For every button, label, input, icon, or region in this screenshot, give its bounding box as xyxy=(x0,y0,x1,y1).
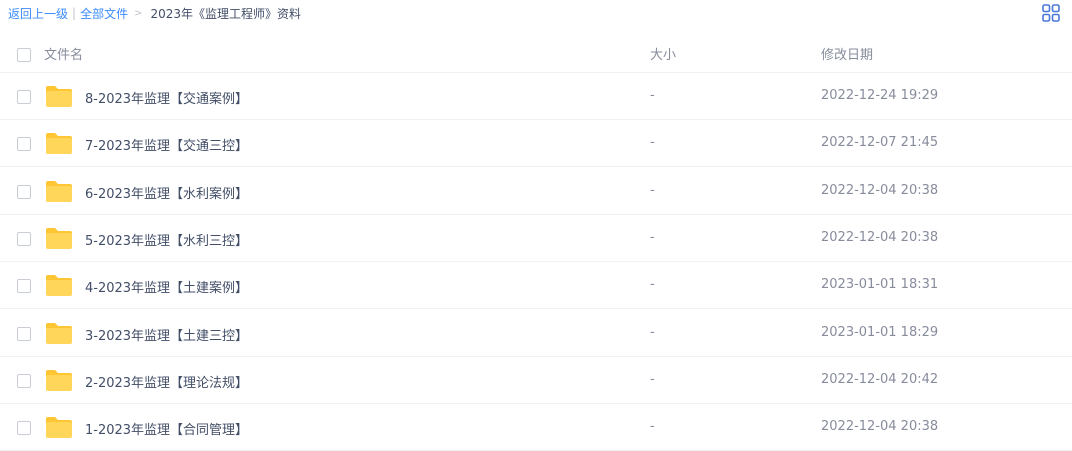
folder-icon[interactable] xyxy=(45,322,73,345)
folder-icon[interactable] xyxy=(45,132,73,155)
folder-icon[interactable] xyxy=(45,180,73,203)
table-header: 文件名 大小 修改日期 xyxy=(0,28,1072,73)
folder-icon[interactable] xyxy=(45,369,73,392)
row-checkbox[interactable] xyxy=(17,373,31,388)
file-row[interactable]: 2-2023年监理【理论法规】 - 2022-12-04 20:42 xyxy=(0,357,1072,404)
row-checkbox[interactable] xyxy=(17,279,31,294)
file-row[interactable]: 7-2023年监理【交通三控】 - 2022-12-07 21:45 xyxy=(0,120,1072,168)
file-size: - xyxy=(650,277,655,293)
file-size: - xyxy=(650,229,655,245)
file-size: - xyxy=(650,324,655,340)
file-modified-date: 2022-12-24 19:29 xyxy=(821,88,939,103)
row-checkbox[interactable] xyxy=(17,90,31,104)
file-modified-date: 2022-12-04 20:38 xyxy=(821,229,939,245)
file-name[interactable]: 4-2023年监理【土建案例】 xyxy=(85,277,248,296)
file-row[interactable]: 4-2023年监理【土建案例】 - 2023-01-01 18:31 xyxy=(0,262,1072,310)
file-size: - xyxy=(650,135,655,151)
file-name[interactable]: 3-2023年监理【土建三控】 xyxy=(85,325,248,344)
file-size: - xyxy=(650,419,655,435)
file-name[interactable]: 2-2023年监理【理论法规】 xyxy=(85,372,248,391)
file-modified-date: 2023-01-01 18:31 xyxy=(821,277,939,293)
select-all-checkbox[interactable] xyxy=(17,48,31,62)
breadcrumb-arrow: > xyxy=(134,7,143,19)
current-folder-title: 2023年《监理工程师》资料 xyxy=(150,6,302,21)
column-header-size[interactable]: 大小 xyxy=(650,44,676,63)
column-header-date[interactable]: 修改日期 xyxy=(821,44,873,63)
breadcrumb-separator: | xyxy=(72,6,77,20)
file-modified-date: 2022-12-07 21:45 xyxy=(821,135,939,151)
folder-icon[interactable] xyxy=(45,416,73,439)
file-name[interactable]: 5-2023年监理【水利三控】 xyxy=(85,230,248,249)
folder-icon[interactable] xyxy=(45,274,73,297)
file-modified-date: 2022-12-04 20:38 xyxy=(821,419,939,435)
file-size: - xyxy=(650,88,655,103)
file-name[interactable]: 8-2023年监理【交通案例】 xyxy=(85,88,248,107)
folder-icon[interactable] xyxy=(45,227,73,250)
file-row[interactable]: 6-2023年监理【水利案例】 - 2022-12-04 20:38 xyxy=(0,168,1072,215)
row-checkbox[interactable] xyxy=(17,231,31,246)
row-checkbox[interactable] xyxy=(17,137,31,152)
file-modified-date: 2022-12-04 20:42 xyxy=(821,371,939,387)
file-modified-date: 2023-01-01 18:29 xyxy=(821,324,939,340)
breadcrumb: 返回上一级 | 全部文件 > 2023年《监理工程师》资料 xyxy=(8,4,301,22)
all-files-link[interactable]: 全部文件 xyxy=(80,5,128,22)
back-to-parent-link[interactable]: 返回上一级 xyxy=(8,5,68,22)
file-size: - xyxy=(650,371,655,387)
row-checkbox[interactable] xyxy=(17,421,31,436)
file-size: - xyxy=(650,182,655,198)
file-name[interactable]: 7-2023年监理【交通三控】 xyxy=(85,135,248,154)
file-name[interactable]: 6-2023年监理【水利案例】 xyxy=(85,183,248,202)
row-checkbox[interactable] xyxy=(17,184,31,199)
file-row[interactable]: 5-2023年监理【水利三控】 - 2022-12-04 20:38 xyxy=(0,215,1072,262)
file-row[interactable]: 1-2023年监理【合同管理】 - 2022-12-04 20:38 xyxy=(0,404,1072,451)
file-row[interactable]: 8-2023年监理【交通案例】 - 2022-12-24 19:29 xyxy=(0,73,1072,120)
folder-icon[interactable] xyxy=(45,85,73,108)
row-checkbox[interactable] xyxy=(17,326,31,341)
column-header-name[interactable]: 文件名 xyxy=(44,44,83,63)
file-row[interactable]: 3-2023年监理【土建三控】 - 2023-01-01 18:29 xyxy=(0,310,1072,357)
grid-view-icon[interactable] xyxy=(1042,4,1060,22)
file-name[interactable]: 1-2023年监理【合同管理】 xyxy=(85,419,248,438)
file-modified-date: 2022-12-04 20:38 xyxy=(821,182,939,198)
